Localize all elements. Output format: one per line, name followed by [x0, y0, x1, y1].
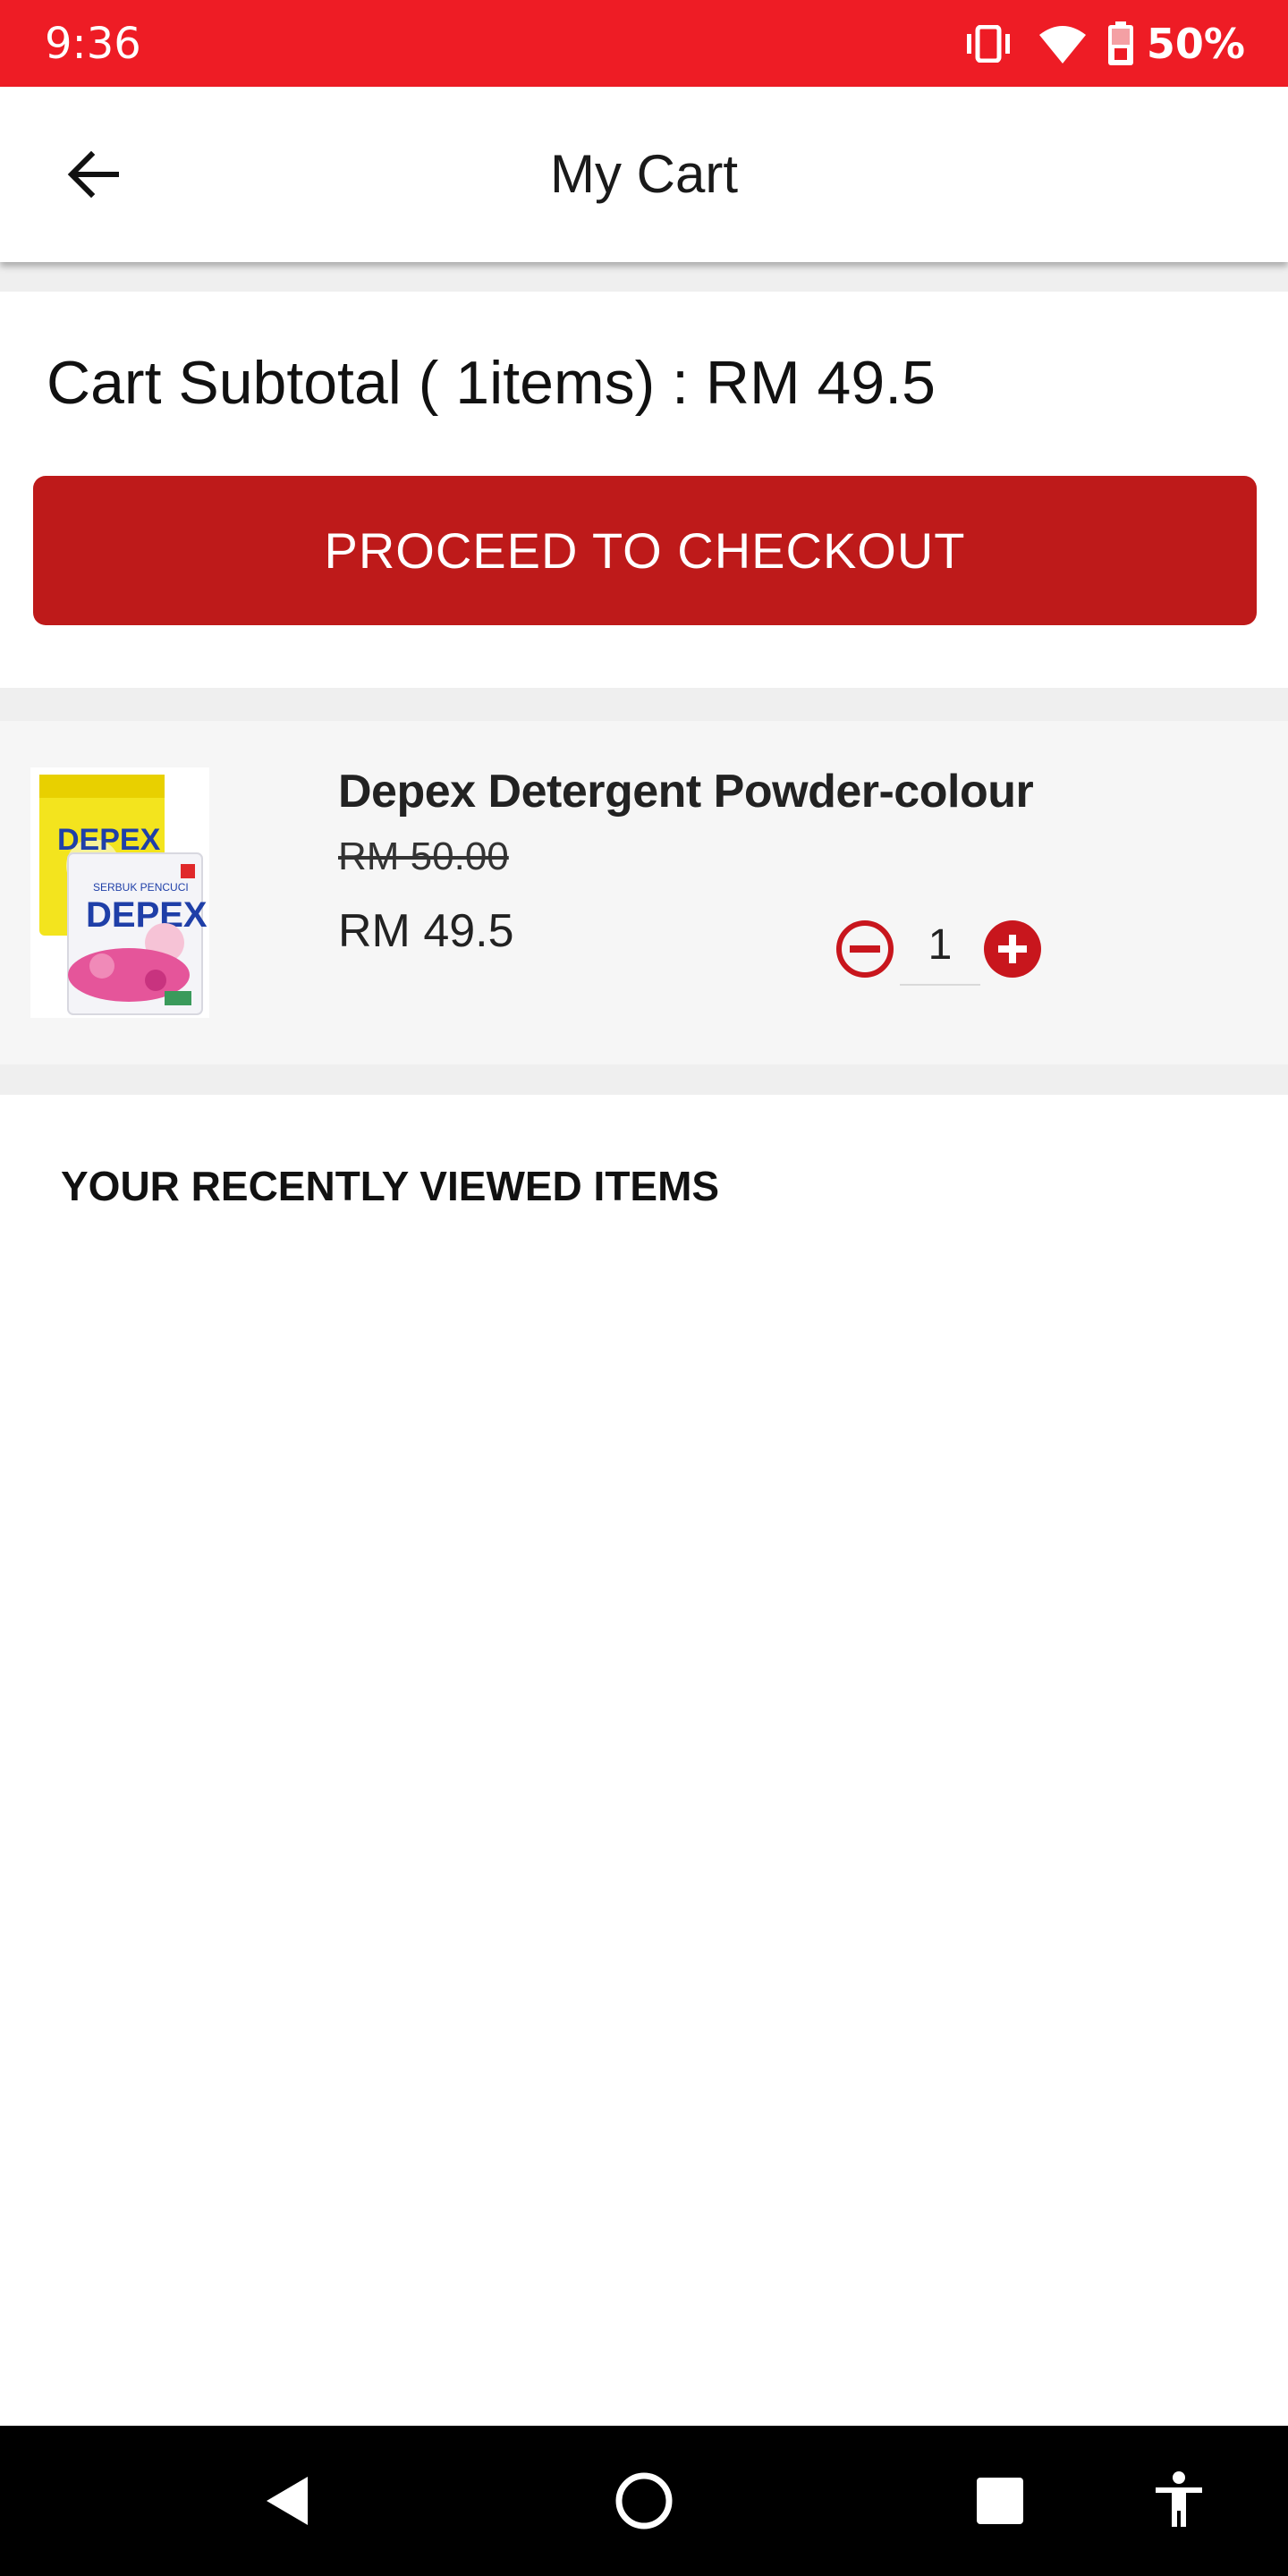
- app-bar: My Cart: [0, 87, 1288, 262]
- divider: [0, 688, 1288, 721]
- divider: [0, 262, 1288, 292]
- recently-viewed-heading: YOUR RECENTLY VIEWED ITEMS: [61, 1163, 720, 1209]
- product-original-price: RM 50.00: [338, 835, 509, 878]
- back-triangle-icon: [267, 2477, 308, 2525]
- status-time: 9:36: [45, 19, 141, 69]
- plus-circle-icon: [984, 920, 1041, 978]
- page-title: My Cart: [550, 144, 738, 204]
- svg-text:SERBUK PENCUCI: SERBUK PENCUCI: [93, 881, 189, 894]
- status-icons: 50%: [962, 18, 1245, 70]
- increase-quantity-button[interactable]: [983, 919, 1042, 979]
- minus-circle-icon: [836, 920, 894, 978]
- nav-accessibility-button[interactable]: [1134, 2426, 1224, 2576]
- decrease-quantity-button[interactable]: [835, 919, 894, 979]
- product-image[interactable]: DEPEX SERBUK PENCUCI DEPEX: [30, 767, 209, 1018]
- system-nav-bar: [0, 2426, 1288, 2576]
- product-price: RM 49.5: [338, 905, 514, 957]
- vibrate-icon: [962, 25, 1014, 63]
- recents-square-icon: [977, 2478, 1023, 2524]
- product-name[interactable]: Depex Detergent Powder-colour: [338, 762, 1034, 821]
- nav-back-button[interactable]: [242, 2426, 331, 2576]
- home-circle-icon: [615, 2472, 673, 2529]
- wifi-icon: [1038, 24, 1088, 64]
- cart-subtotal-text: Cart Subtotal ( 1items) : RM 49.5: [47, 349, 936, 417]
- cart-item: DEPEX SERBUK PENCUCI DEPEX Depex Deterge…: [0, 721, 1288, 1064]
- nav-home-button[interactable]: [599, 2426, 689, 2576]
- divider: [0, 1064, 1288, 1095]
- battery-percent: 50%: [1146, 20, 1245, 68]
- status-bar: 9:36 50%: [0, 0, 1288, 87]
- proceed-to-checkout-button[interactable]: PROCEED TO CHECKOUT: [33, 476, 1257, 625]
- svg-text:DEPEX: DEPEX: [57, 823, 161, 857]
- nav-recents-button[interactable]: [955, 2426, 1045, 2576]
- cart-subtotal: Cart Subtotal ( 1items) : RM 49.5: [47, 344, 936, 421]
- quantity-field[interactable]: 1: [900, 907, 980, 986]
- battery-icon: [1107, 21, 1134, 66]
- svg-text:DEPEX: DEPEX: [86, 895, 208, 935]
- accessibility-icon: [1156, 2471, 1202, 2527]
